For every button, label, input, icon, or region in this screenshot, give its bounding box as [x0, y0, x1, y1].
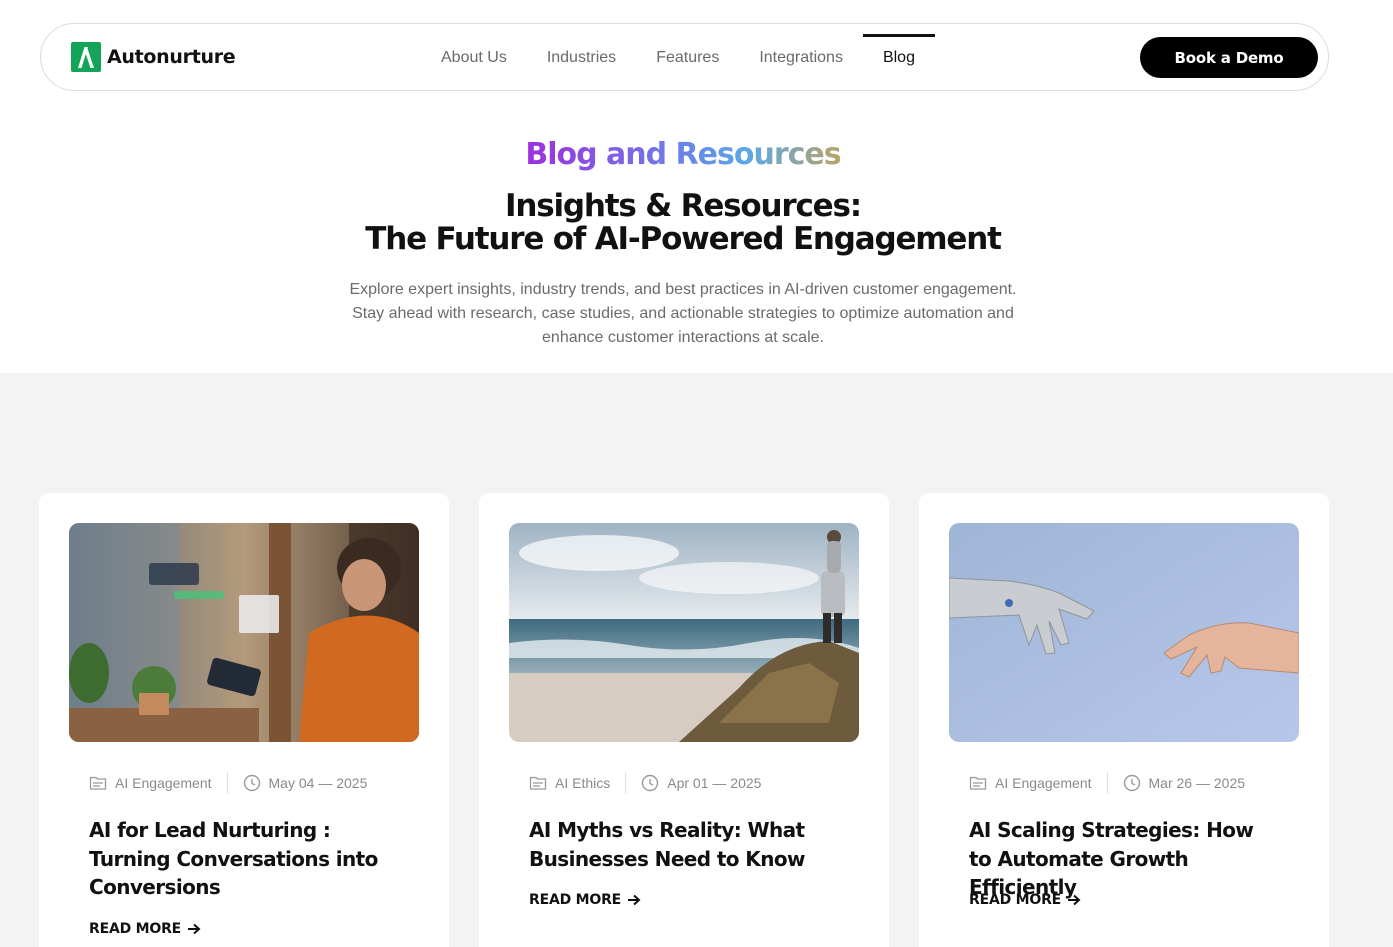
autonurture-logo-icon: [71, 42, 101, 72]
clock-icon: [1123, 774, 1141, 792]
top-navbar: Autonurture About Us Industries Features…: [40, 23, 1329, 91]
arrow-right-icon: [1068, 894, 1081, 906]
read-more-label: READ MORE: [969, 892, 1062, 908]
nav-link-blog[interactable]: Blog: [862, 24, 935, 92]
clock-icon: [243, 774, 261, 792]
arrow-right-icon: [628, 894, 641, 906]
nav-links: About Us Industries Features Integration…: [421, 24, 935, 92]
read-more-label: READ MORE: [529, 892, 622, 908]
brand-logo[interactable]: Autonurture: [71, 42, 236, 72]
post-thumbnail-robot-and-human-hands[interactable]: [949, 523, 1299, 742]
post-meta: AI Engagement Mar 26 — 2025: [969, 772, 1245, 794]
book-demo-button[interactable]: Book a Demo: [1140, 37, 1318, 78]
post-date: May 04 — 2025: [268, 775, 368, 791]
read-more-link[interactable]: READ MORE: [89, 921, 201, 937]
post-card[interactable]: AI Ethics Apr 01 — 2025 AI Myths vs Real…: [479, 493, 889, 947]
post-category[interactable]: AI Engagement: [995, 775, 1092, 791]
read-more-link[interactable]: READ MORE: [969, 892, 1081, 908]
post-title[interactable]: AI Scaling Strategies: How to Automate G…: [969, 816, 1279, 902]
post-category[interactable]: AI Ethics: [555, 775, 610, 791]
meta-divider: [226, 772, 228, 794]
post-date: Apr 01 — 2025: [667, 775, 762, 791]
post-card[interactable]: AI Engagement May 04 — 2025 AI for Lead …: [39, 493, 449, 947]
post-title[interactable]: AI for Lead Nurturing : Turning Conversa…: [89, 816, 399, 902]
post-date: Mar 26 — 2025: [1148, 775, 1246, 791]
section-eyebrow: Blog and Resources: [525, 137, 841, 172]
headline-line-1: Insights & Resources:: [505, 188, 862, 224]
clock-icon: [641, 774, 659, 792]
post-meta: AI Ethics Apr 01 — 2025: [529, 772, 761, 794]
read-more-link[interactable]: READ MORE: [529, 892, 641, 908]
headline-line-2: The Future of AI-Powered Engagement: [365, 221, 1002, 257]
post-title[interactable]: AI Myths vs Reality: What Businesses Nee…: [529, 816, 839, 873]
folder-icon: [89, 775, 107, 791]
nav-link-industries[interactable]: Industries: [527, 24, 636, 92]
folder-icon: [969, 775, 987, 791]
read-more-label: READ MORE: [89, 921, 182, 937]
brand-name: Autonurture: [107, 46, 236, 68]
intro-paragraph: Explore expert insights, industry trends…: [349, 281, 1017, 346]
nav-link-integrations[interactable]: Integrations: [739, 24, 863, 92]
meta-divider: [1106, 772, 1108, 794]
folder-icon: [529, 775, 547, 791]
nav-link-features[interactable]: Features: [636, 24, 739, 92]
meta-divider: [625, 772, 627, 794]
nav-link-about-us[interactable]: About Us: [421, 24, 527, 92]
post-thumbnail-man-on-beach-rock[interactable]: [509, 523, 859, 742]
arrow-right-icon: [188, 923, 201, 935]
post-category[interactable]: AI Engagement: [115, 775, 212, 791]
post-card[interactable]: AI Engagement Mar 26 — 2025 AI Scaling S…: [919, 493, 1329, 947]
page-headline: Insights & Resources: The Future of AI-P…: [0, 190, 1366, 256]
post-meta: AI Engagement May 04 — 2025: [89, 772, 367, 794]
post-thumbnail-man-with-phone[interactable]: [69, 523, 419, 742]
